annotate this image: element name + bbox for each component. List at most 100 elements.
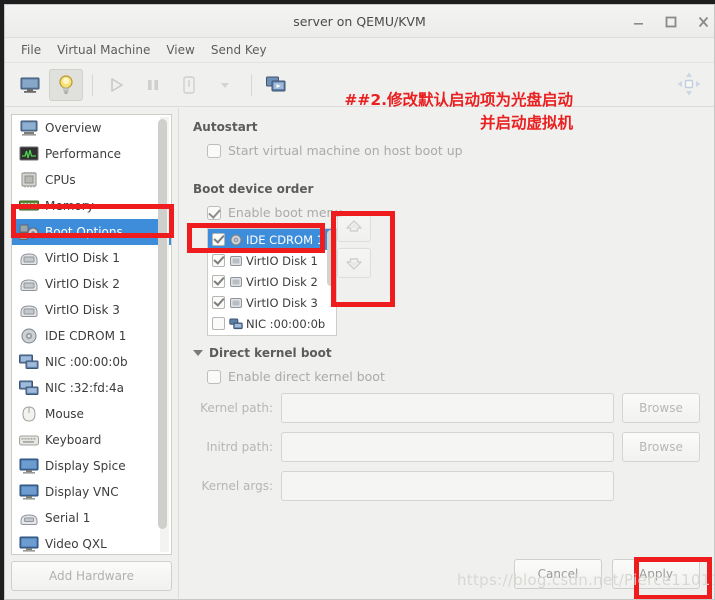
boot-device-list[interactable]: IDE CDROM 1 VirtIO Disk 1 VirtIO Disk 2 Vir…	[207, 228, 337, 336]
disk-icon	[230, 276, 242, 287]
boot-device-label: VirtIO Disk 1	[246, 253, 318, 268]
keyboard-icon	[19, 435, 39, 446]
sidebar-item-label: Display Spice	[45, 459, 126, 473]
move-down-button[interactable]	[337, 248, 371, 278]
boot-device-checkbox[interactable]	[212, 296, 225, 309]
initrd-path-input[interactable]	[281, 432, 614, 462]
move-up-button[interactable]	[337, 212, 371, 242]
add-hardware-button[interactable]: Add Hardware	[11, 561, 172, 591]
sidebar-scrollbar-thumb[interactable]	[158, 119, 167, 529]
sidebar-item-video-qxl[interactable]: Video QXL	[12, 531, 171, 554]
initrd-path-label: Initrd path:	[206, 440, 273, 454]
enable-boot-menu-row[interactable]: Enable boot menu	[207, 205, 700, 220]
kernel-args-row: Kernel args:	[193, 471, 700, 501]
show-details-button[interactable]	[49, 68, 83, 101]
autostart-checkbox[interactable]	[207, 143, 221, 158]
boot-device-row[interactable]: IDE CDROM 1	[208, 229, 336, 250]
sidebar-item-performance[interactable]: Performance	[12, 141, 171, 167]
boot-device-checkbox[interactable]	[212, 275, 225, 288]
sidebar-item-nic-00-00-0b[interactable]: NIC :00:00:0b	[12, 349, 171, 375]
display-icon	[19, 458, 39, 474]
body: Overview Performance CPUs Memory Boot Option…	[5, 108, 714, 599]
initrd-path-browse-button[interactable]: Browse	[622, 432, 700, 462]
boot-device-row[interactable]: VirtIO Disk 2	[208, 271, 336, 292]
sidebar-item-mouse[interactable]: Mouse	[12, 401, 171, 427]
boot-device-checkbox[interactable]	[212, 233, 225, 246]
menu-virtual-machine[interactable]: Virtual Machine	[49, 40, 158, 60]
shutdown-menu-button[interactable]	[208, 69, 242, 101]
run-button[interactable]	[100, 69, 134, 101]
sidebar-item-label: VirtIO Disk 3	[45, 303, 120, 317]
autostart-row[interactable]: Start virtual machine on host boot up	[207, 143, 700, 158]
serial-icon	[18, 509, 40, 527]
display-icon	[18, 483, 40, 501]
disk-icon	[18, 249, 40, 267]
disk-icon	[230, 255, 242, 266]
performance-icon	[19, 146, 39, 161]
display-icon	[18, 535, 40, 553]
close-button[interactable]	[692, 12, 714, 32]
shutdown-button[interactable]	[172, 69, 206, 101]
sidebar-item-display-spice[interactable]: Display Spice	[12, 453, 171, 479]
boot-device-checkbox[interactable]	[212, 317, 225, 330]
sidebar-item-label: NIC :32:fd:4a	[45, 381, 124, 395]
chevron-down-icon[interactable]	[193, 350, 203, 356]
minimize-button[interactable]	[627, 12, 649, 32]
sidebar-item-label: Memory	[45, 199, 94, 213]
sidebar-item-overview[interactable]: Overview	[12, 115, 171, 141]
initrd-path-row: Initrd path: Browse	[193, 432, 700, 462]
fullscreen-expand-icon[interactable]	[676, 71, 702, 101]
sidebar-item-memory[interactable]: Memory	[12, 193, 171, 219]
boot-device-checkbox[interactable]	[212, 254, 225, 267]
sidebar-item-label: Mouse	[45, 407, 84, 421]
menu-file[interactable]: File	[13, 40, 49, 60]
hardware-list[interactable]: Overview Performance CPUs Memory Boot Option…	[11, 114, 172, 555]
menu-bar: File Virtual Machine View Send Key	[5, 38, 714, 63]
sidebar-item-virtio-disk-1[interactable]: VirtIO Disk 1	[12, 245, 171, 271]
sidebar-item-virtio-disk-2[interactable]: VirtIO Disk 2	[12, 271, 171, 297]
nic-icon	[19, 380, 39, 395]
cdrom-icon	[18, 327, 40, 345]
direct-kernel-boot-header[interactable]: Direct kernel boot	[193, 346, 700, 360]
enable-direct-kernel-boot-checkbox[interactable]	[207, 369, 221, 384]
sidebar-item-boot-options[interactable]: Boot Options	[12, 219, 171, 245]
sidebar-item-ide-cdrom-1[interactable]: IDE CDROM 1	[12, 323, 171, 349]
enable-direct-kernel-boot-row[interactable]: Enable direct kernel boot	[207, 369, 700, 384]
sidebar-item-display-vnc[interactable]: Display VNC	[12, 479, 171, 505]
enable-boot-menu-checkbox[interactable]	[207, 205, 221, 220]
menu-send-key[interactable]: Send Key	[203, 40, 275, 60]
kernel-path-row: Kernel path: Browse	[193, 393, 700, 423]
keyboard-icon	[18, 431, 40, 449]
sidebar-scrollbar-track[interactable]	[158, 117, 169, 552]
disk-icon	[229, 255, 243, 267]
kernel-path-input[interactable]	[281, 393, 614, 423]
sidebar-item-label: Boot Options	[45, 225, 123, 239]
boot-device-label: VirtIO Disk 2	[246, 274, 318, 289]
sidebar-item-keyboard[interactable]: Keyboard	[12, 427, 171, 453]
title-bar: server on QEMU/KVM	[5, 5, 714, 38]
boot-device-label: NIC :00:00:0b	[246, 316, 326, 331]
show-console-button[interactable]	[13, 69, 47, 101]
cdrom-icon	[21, 328, 37, 344]
boot-device-row[interactable]: VirtIO Disk 1	[208, 250, 336, 271]
sidebar-item-label: Overview	[45, 121, 102, 135]
sidebar-item-nic-32-fd-4a[interactable]: NIC :32:fd:4a	[12, 375, 171, 401]
cdrom-icon	[229, 234, 243, 246]
cpu-icon	[18, 171, 40, 189]
sidebar-item-serial-1[interactable]: Serial 1	[12, 505, 171, 531]
pause-button[interactable]	[136, 69, 170, 101]
boot-list-scrollbar-thumb[interactable]	[327, 230, 335, 286]
boot-device-row[interactable]: VirtIO Disk 3	[208, 292, 336, 313]
boot-device-label: VirtIO Disk 3	[246, 295, 318, 310]
sidebar-item-cpus[interactable]: CPUs	[12, 167, 171, 193]
nic-icon	[18, 379, 40, 397]
cpu-icon	[21, 172, 37, 188]
window-title: server on QEMU/KVM	[293, 14, 426, 29]
kernel-path-browse-button[interactable]: Browse	[622, 393, 700, 423]
boot-device-order-label: Boot device order	[193, 182, 314, 196]
sidebar-item-virtio-disk-3[interactable]: VirtIO Disk 3	[12, 297, 171, 323]
menu-view[interactable]: View	[158, 40, 202, 60]
boot-device-row[interactable]: NIC :00:00:0b	[208, 313, 336, 334]
maximize-button[interactable]	[660, 12, 682, 32]
kernel-args-input[interactable]	[281, 471, 614, 501]
